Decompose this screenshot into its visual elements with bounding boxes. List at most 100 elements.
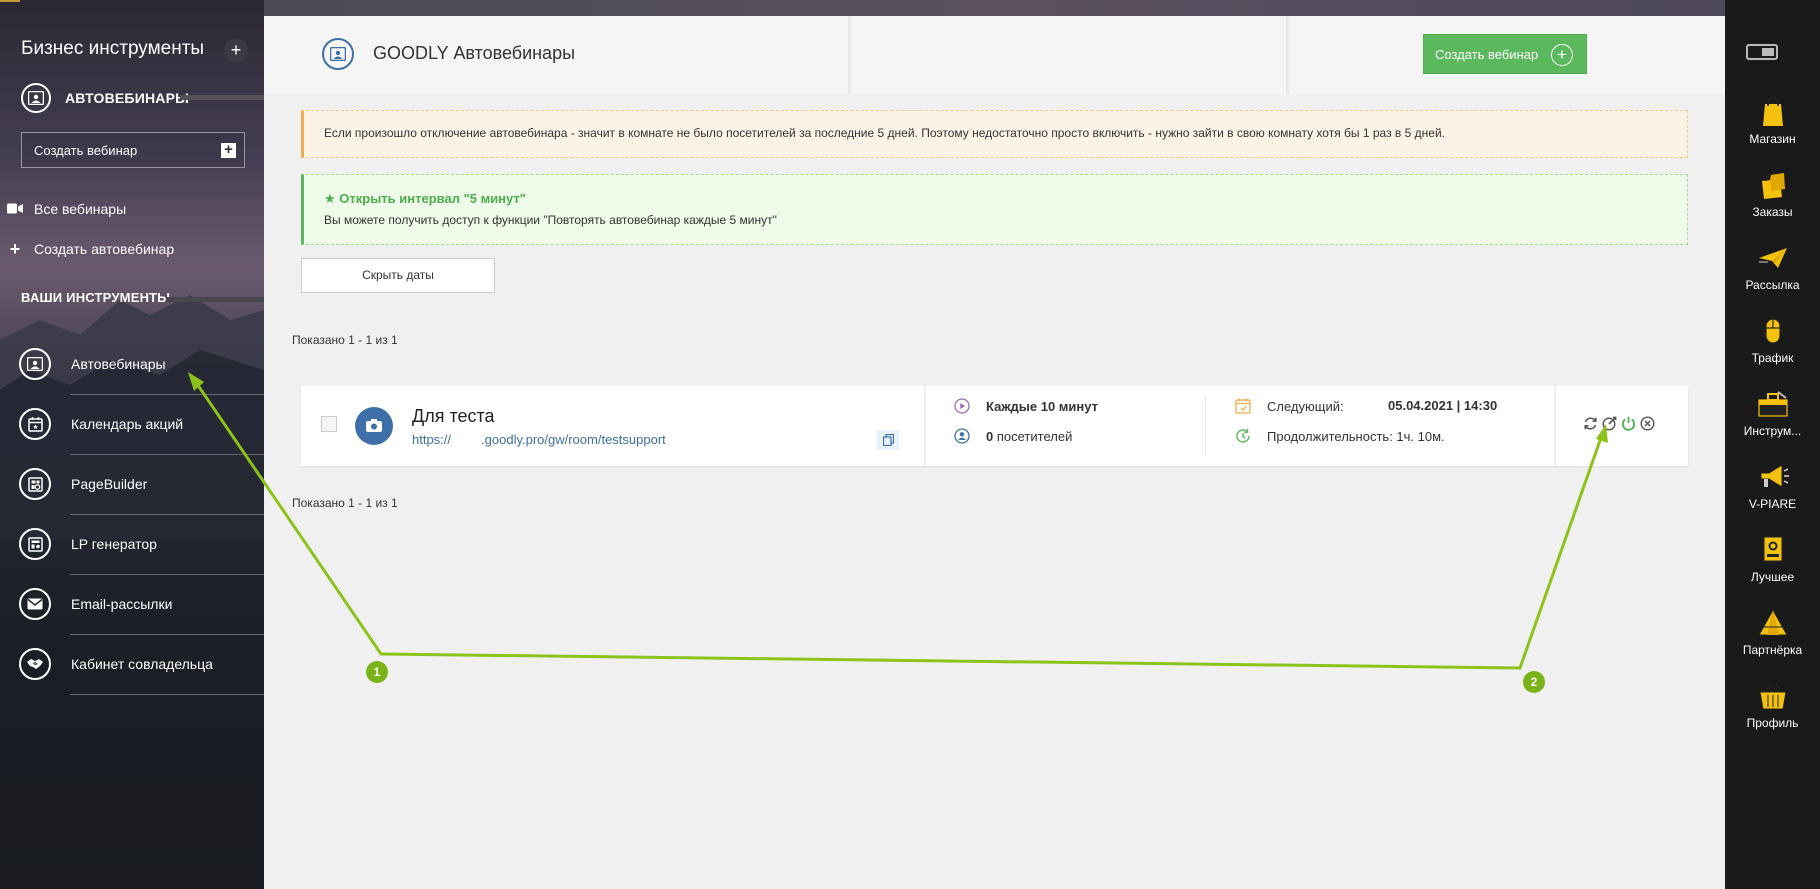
sidebar-top-accent [0, 0, 20, 2]
sidebar-item-pagebuilder[interactable]: PageBuilder [19, 467, 264, 501]
url-suffix: .goodly.pro/gw/room/testsupport [481, 432, 666, 447]
sidebar-item-email[interactable]: Email-рассылки [19, 587, 264, 621]
rightbar-label: Профиль [1746, 716, 1799, 730]
webinar-app-icon [322, 38, 354, 70]
annotation-badge-2: 2 [1523, 671, 1545, 693]
rightbar-label: Рассылка [1745, 278, 1800, 292]
create-webinar-label: Создать вебинар [34, 142, 138, 158]
rightbar-item-shop[interactable]: Магазин [1725, 96, 1820, 146]
warning-alert: Если произошло отключение автовебинара -… [301, 110, 1688, 158]
webinar-card: Для теста https:// .goodly.pro/gw/room/te… [301, 386, 1688, 466]
calendar-icon [19, 408, 51, 440]
section-label: АВТОВЕБИНАРЫ [65, 90, 190, 106]
visitors-row: 0 посетителей [954, 428, 1072, 444]
clock-refresh-icon [1235, 428, 1251, 444]
rightbar-label: Трафик [1751, 351, 1794, 365]
camera-icon [355, 407, 393, 445]
power-icon[interactable] [1621, 416, 1636, 431]
url-prefix: https:// [412, 432, 452, 447]
sidebar-item-autowebinars[interactable]: Автовебинары [19, 347, 264, 381]
right-toolbar: Магазин Заказы Рассылка Трафик Инструм..… [1725, 0, 1820, 889]
card-divider [1554, 386, 1556, 466]
main-content: GOODLY Автовебинары Создать вебинар + Ес… [264, 0, 1725, 889]
create-webinar-header-button[interactable]: Создать вебинар + [1423, 34, 1587, 74]
item-divider [70, 454, 264, 455]
next-run-value: 05.04.2021 | 14:30 [1388, 398, 1498, 413]
webinar-name[interactable]: Для теста [412, 406, 495, 427]
item-divider [70, 634, 264, 635]
lp-icon [19, 528, 51, 560]
interval-row: Каждые 10 минут [954, 398, 1098, 414]
rightbar-label: Лучшее [1750, 570, 1795, 584]
rightbar-item-best[interactable]: Лучшее [1725, 534, 1820, 584]
play-circle-icon [954, 398, 970, 414]
select-checkbox[interactable] [321, 416, 337, 432]
card-actions [1583, 416, 1655, 431]
sidebar-item-label: PageBuilder [71, 476, 148, 492]
sidebar-item-coowner[interactable]: Кабинет совладельца [19, 647, 264, 681]
rightbar-item-vpiare[interactable]: V-PIARE [1725, 461, 1820, 511]
top-strip [264, 0, 1725, 16]
item-divider [70, 394, 264, 395]
delete-icon[interactable] [1640, 416, 1655, 431]
video-icon [6, 201, 24, 217]
sidebar-item-label: Календарь акций [71, 416, 184, 432]
add-tool-button[interactable]: + [224, 39, 248, 63]
edit-icon[interactable] [1602, 416, 1617, 431]
shopping-bag-icon [1756, 96, 1790, 128]
sidebar-item-calendar[interactable]: Календарь акций [19, 407, 264, 441]
promo-title-link[interactable]: ★ Открыть интервал "5 минут" [324, 191, 1687, 207]
page-header: GOODLY Автовебинары Создать вебинар + [264, 16, 1725, 94]
visitors-count: 0 [986, 428, 994, 444]
sidebar-item-label: Email-рассылки [71, 596, 173, 612]
tools-section-label: ВАШИ ИНСТРУМЕНТЫ [21, 290, 171, 305]
next-run-label: Следующий: [1267, 398, 1344, 414]
rightbar-item-mailing[interactable]: Рассылка [1725, 242, 1820, 292]
toggle-switch[interactable] [1746, 44, 1778, 60]
calendar-icon [1235, 398, 1251, 414]
sidebar-item-lp-generator[interactable]: LP генератор [19, 527, 264, 561]
refresh-icon[interactable] [1583, 416, 1598, 431]
rightbar-label: Партнёрка [1742, 643, 1803, 657]
hide-dates-button[interactable]: Скрыть даты [301, 258, 495, 293]
copy-icon[interactable] [877, 430, 899, 450]
sidebar: Бизнес инструменты + АВТОВЕБИНАРЫ Создат… [0, 0, 264, 889]
basket-icon [1756, 680, 1790, 712]
handshake-icon [19, 648, 51, 680]
pagination-summary-top: Показано 1 - 1 из 1 [292, 333, 398, 347]
plus-square-icon: + [221, 142, 236, 158]
sidebar-item-label: Кабинет совладельца [71, 656, 213, 672]
rightbar-label: V-PIARE [1748, 497, 1797, 511]
sidebar-title: Бизнес инструменты [21, 38, 205, 59]
sidebar-link-label: Все вебинары [34, 201, 127, 217]
orders-icon [1756, 169, 1790, 201]
duration-text: Продолжительность: 1ч. 10м. [1267, 428, 1445, 444]
sidebar-link-all-webinars[interactable]: Все вебинары [6, 198, 126, 220]
tools-divider [166, 297, 264, 302]
rightbar-item-partner[interactable]: Партнёрка [1725, 607, 1820, 657]
page-builder-icon [19, 468, 51, 500]
warning-text: Если произошло отключение автовебинара -… [324, 126, 1445, 140]
item-divider [70, 694, 264, 695]
mail-icon [19, 588, 51, 620]
page-title: GOODLY Автовебинары [373, 43, 576, 63]
rightbar-label: Заказы [1752, 205, 1793, 219]
item-divider [70, 514, 264, 515]
webinar-icon [21, 83, 51, 113]
promo-text: Вы можете получить доступ к функции "Пов… [324, 213, 777, 227]
rightbar-item-traffic[interactable]: Трафик [1725, 315, 1820, 365]
webinar-url-link[interactable]: https:// .goodly.pro/gw/room/testsupport [412, 432, 666, 447]
rightbar-item-profile[interactable]: Профиль [1725, 680, 1820, 730]
annotation-badge-1: 1 [366, 661, 388, 683]
sidebar-link-label: Создать автовебинар [34, 241, 175, 257]
rightbar-item-orders[interactable]: Заказы [1725, 169, 1820, 219]
item-divider [70, 574, 264, 575]
header-separator [848, 16, 854, 94]
create-webinar-button[interactable]: Создать вебинар + [21, 132, 245, 168]
trophy-icon [1756, 534, 1790, 566]
sidebar-section-autowebinars[interactable]: АВТОВЕБИНАРЫ [21, 83, 189, 113]
rightbar-item-tools[interactable]: Инструм... [1725, 388, 1820, 438]
mouse-icon [1756, 315, 1790, 347]
sidebar-link-create-autowebinar[interactable]: + Создать автовебинар [6, 238, 174, 260]
user-icon [954, 428, 970, 444]
